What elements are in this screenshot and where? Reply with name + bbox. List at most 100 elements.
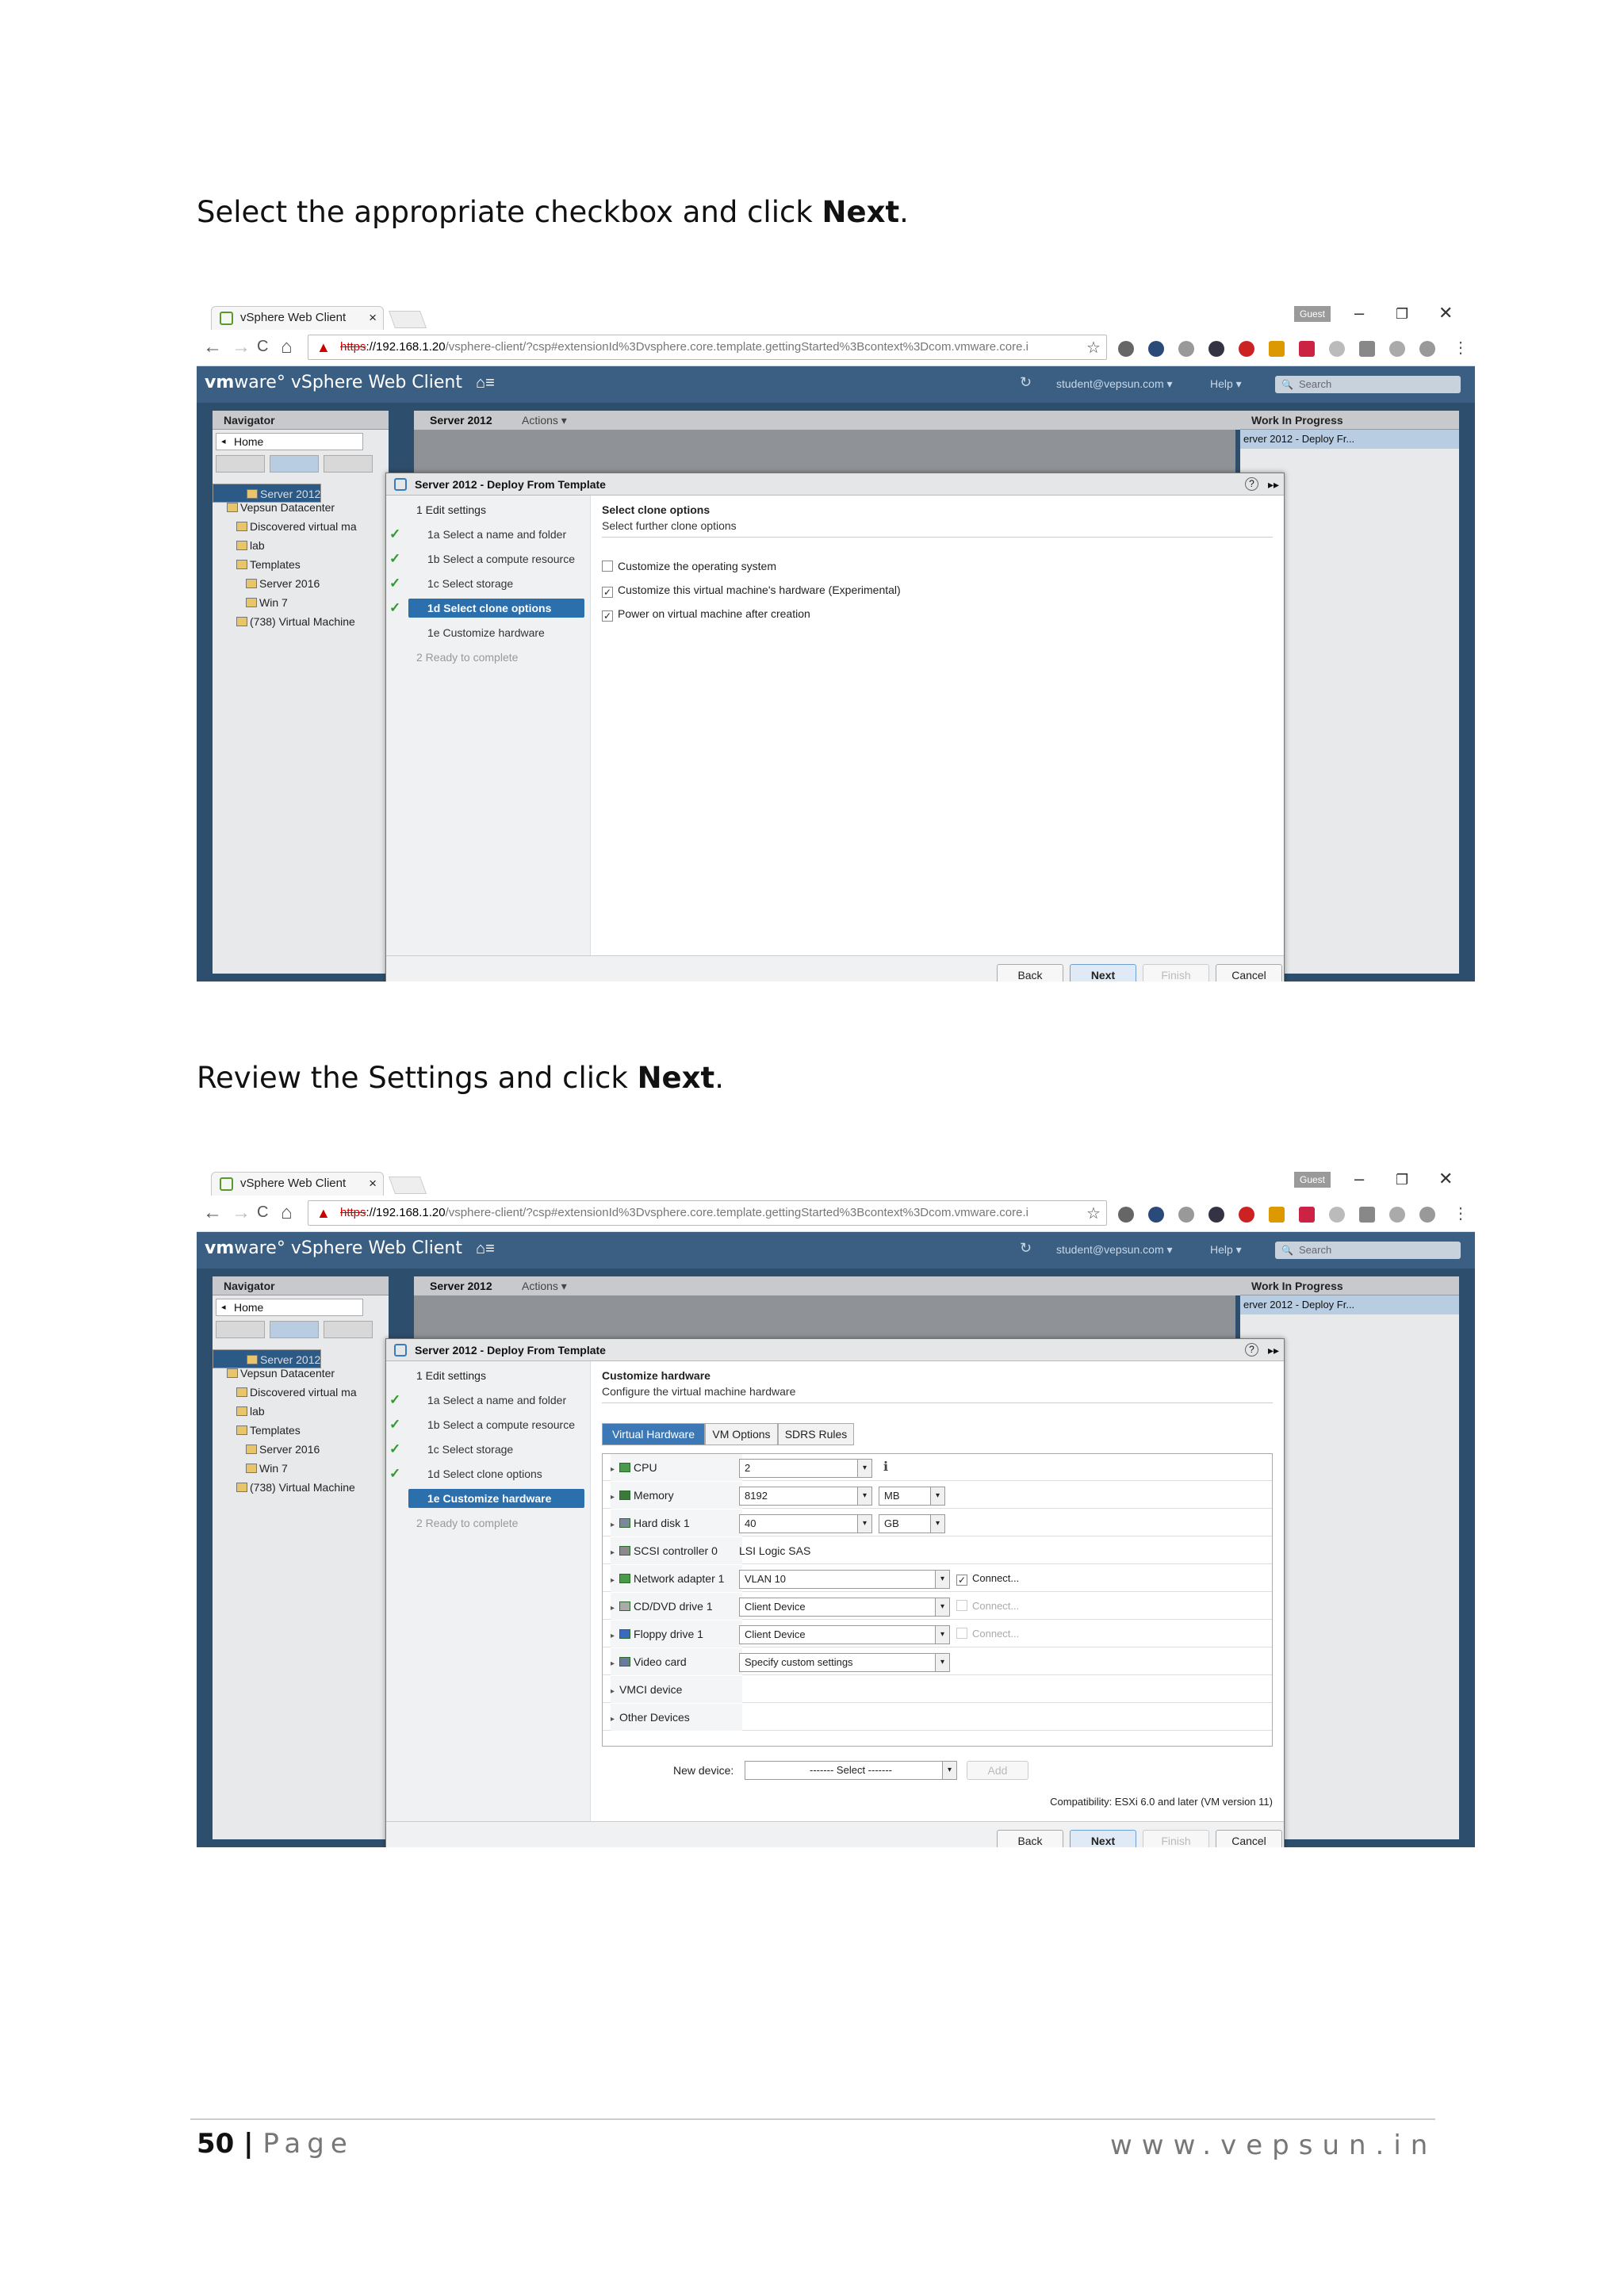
connect-checkbox[interactable]: Connect...: [956, 1593, 1019, 1620]
connect-checkbox[interactable]: ✓ Connect...: [956, 1565, 1019, 1592]
wizard-step[interactable]: 1e Customize hardware: [408, 1489, 584, 1508]
tree-item[interactable]: lab: [213, 1402, 389, 1421]
wizard-step[interactable]: 1c Select storage: [408, 1440, 584, 1459]
tree-item[interactable]: Templates: [213, 1421, 389, 1440]
hardware-label[interactable]: ▸ SCSI controller 0: [611, 1537, 742, 1564]
expand-arrow-icon[interactable]: ▸: [611, 1632, 615, 1640]
clone-option[interactable]: ✓ Power on virtual machine after creation: [602, 607, 810, 622]
checkbox[interactable]: [956, 1600, 967, 1611]
value-select[interactable]: Specify custom settings ▾: [739, 1653, 950, 1672]
user-menu[interactable]: student@vepsun.com ▾: [1056, 377, 1173, 391]
global-search-input[interactable]: 🔍 Search: [1275, 1242, 1461, 1259]
unit-select[interactable]: MB ▾: [879, 1487, 945, 1506]
actions-menu[interactable]: Actions ▾: [522, 1276, 567, 1295]
storage-tab[interactable]: [324, 1321, 373, 1338]
back-button[interactable]: Back: [997, 1830, 1063, 1847]
tree-item[interactable]: lab: [213, 536, 389, 555]
lock-extension-icon[interactable]: [1269, 1207, 1285, 1223]
extension-icon[interactable]: [1359, 341, 1375, 357]
connect-checkbox[interactable]: Connect...: [956, 1621, 1019, 1647]
next-button[interactable]: Next: [1070, 1830, 1136, 1847]
dropdown-arrow-icon[interactable]: ▾: [935, 1626, 949, 1644]
dropdown-arrow-icon[interactable]: ▾: [935, 1598, 949, 1616]
home-icon[interactable]: ⌂: [281, 1202, 293, 1224]
checkbox-checked[interactable]: ✓: [602, 587, 613, 598]
vms-templates-tab[interactable]: [270, 1321, 319, 1338]
next-button[interactable]: Next: [1070, 964, 1136, 982]
extension-icon[interactable]: [1419, 341, 1435, 357]
bookmark-star-icon[interactable]: ☆: [1086, 1203, 1101, 1223]
extension-icon[interactable]: [1148, 341, 1164, 357]
home-breadcrumb[interactable]: ◂ Home: [216, 1299, 363, 1316]
value-select[interactable]: 40 ▾: [739, 1514, 872, 1533]
expand-arrow-icon[interactable]: ▸: [611, 1604, 615, 1613]
browser-tab[interactable]: vSphere Web Client ×: [211, 306, 384, 330]
tree-item[interactable]: Win 7: [213, 593, 389, 612]
checkbox[interactable]: [602, 561, 613, 572]
wizard-step[interactable]: 1c Select storage: [408, 574, 584, 593]
global-search-input[interactable]: 🔍 Search: [1275, 376, 1461, 393]
browser-tab[interactable]: vSphere Web Client ×: [211, 1172, 384, 1196]
dropbox-icon[interactable]: [1329, 1207, 1345, 1223]
value-select[interactable]: VLAN 10 ▾: [739, 1570, 950, 1589]
minimize-icon[interactable]: –: [1354, 303, 1364, 323]
hardware-label[interactable]: ▸ Floppy drive 1: [611, 1621, 742, 1647]
vms-templates-tab[interactable]: [270, 455, 319, 473]
adblock-icon[interactable]: [1239, 1207, 1254, 1223]
tab-sdrs-rules[interactable]: SDRS Rules: [778, 1423, 854, 1445]
tab-close-icon[interactable]: ×: [369, 307, 377, 329]
guest-badge[interactable]: Guest: [1294, 1172, 1331, 1188]
help-icon[interactable]: ?: [1245, 1343, 1258, 1357]
dropdown-arrow-icon[interactable]: ▾: [857, 1460, 871, 1477]
hardware-label[interactable]: ▸ Memory: [611, 1482, 742, 1509]
extension-icon[interactable]: [1389, 1207, 1405, 1223]
cancel-button[interactable]: Cancel: [1216, 964, 1282, 982]
wizard-step[interactable]: 1b Select a compute resource: [408, 1415, 584, 1434]
forward-arrow-icon[interactable]: →: [232, 1202, 251, 1224]
wizard-step[interactable]: 1d Select clone options: [408, 1464, 584, 1483]
object-tab[interactable]: Server 2012: [430, 1276, 492, 1295]
object-tab[interactable]: Server 2012: [430, 411, 492, 430]
forward-arrow-icon[interactable]: →: [232, 336, 251, 358]
cancel-button[interactable]: Cancel: [1216, 1830, 1282, 1847]
expand-arrow-icon[interactable]: ▸: [611, 1465, 615, 1474]
hardware-label[interactable]: ▸ CPU: [611, 1454, 742, 1481]
reload-icon[interactable]: C: [257, 1203, 268, 1222]
extension-icon[interactable]: [1178, 341, 1194, 357]
clone-option[interactable]: ✓ Customize this virtual machine's hardwa…: [602, 583, 901, 598]
dropdown-arrow-icon[interactable]: ▾: [857, 1487, 871, 1505]
extension-icon[interactable]: [1299, 1207, 1315, 1223]
url-field[interactable]: ▲ https://192.168.1.20/vsphere-client/?c…: [308, 1200, 1107, 1226]
hardware-label[interactable]: ▸ Other Devices: [611, 1704, 742, 1731]
back-chevron-icon[interactable]: ◂: [221, 1299, 226, 1315]
help-icon[interactable]: ?: [1245, 477, 1258, 491]
wizard-step[interactable]: 1a Select a name and folder: [408, 525, 584, 544]
new-tab-button[interactable]: [388, 1177, 427, 1194]
restore-icon[interactable]: ❐: [1396, 1172, 1408, 1188]
back-chevron-icon[interactable]: ◂: [221, 434, 226, 450]
tree-item[interactable]: Server 2016: [213, 574, 389, 593]
checkbox[interactable]: [956, 1628, 967, 1639]
info-icon[interactable]: ℹ: [883, 1454, 888, 1481]
tree-item[interactable]: (738) Virtual Machine: [213, 1478, 389, 1497]
extension-icon[interactable]: [1118, 341, 1134, 357]
value-select[interactable]: Client Device ▾: [739, 1625, 950, 1644]
expand-arrow-icon[interactable]: ▸: [611, 1687, 615, 1696]
dropdown-arrow-icon[interactable]: ▾: [942, 1762, 956, 1779]
tree-item[interactable]: Discovered virtual ma: [213, 517, 389, 536]
menu-kebab-icon[interactable]: ⋮: [1453, 338, 1469, 358]
finish-button[interactable]: Finish: [1143, 1830, 1209, 1847]
dropdown-arrow-icon[interactable]: ▾: [935, 1571, 949, 1588]
extension-icon[interactable]: [1118, 1207, 1134, 1223]
lock-extension-icon[interactable]: [1269, 341, 1285, 357]
refresh-icon[interactable]: ↻: [1020, 374, 1032, 391]
hardware-label[interactable]: ▸ VMCI device: [611, 1676, 742, 1703]
back-arrow-icon[interactable]: ←: [203, 336, 222, 358]
new-device-select[interactable]: ------- Select ------- ▾: [745, 1761, 957, 1780]
adblock-icon[interactable]: [1239, 341, 1254, 357]
home-breadcrumb[interactable]: ◂ Home: [216, 433, 363, 450]
menu-kebab-icon[interactable]: ⋮: [1453, 1203, 1469, 1223]
value-select[interactable]: 8192 ▾: [739, 1487, 872, 1506]
bookmark-star-icon[interactable]: ☆: [1086, 338, 1101, 358]
finish-button[interactable]: Finish: [1143, 964, 1209, 982]
